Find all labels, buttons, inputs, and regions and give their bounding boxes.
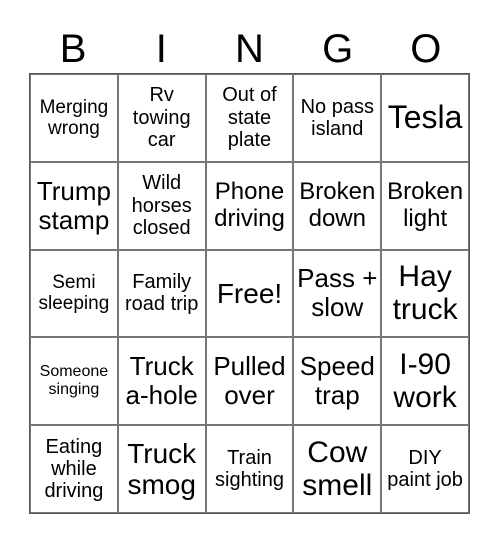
bingo-cell[interactable]: Trump stamp: [30, 161, 118, 250]
bingo-cell[interactable]: Speed trap: [293, 337, 382, 426]
bingo-cell[interactable]: Out of state plate: [205, 74, 294, 162]
bingo-header: B I N G O: [29, 26, 470, 72]
bingo-cell[interactable]: Pulled over: [205, 337, 294, 426]
cell-label: Wild horses closed: [131, 172, 192, 239]
bingo-cell[interactable]: No pass island: [293, 74, 382, 162]
bingo-cell[interactable]: Train sighting: [205, 425, 294, 513]
cell-label: Pass + slow: [297, 263, 378, 323]
cell-label: Cow smell: [302, 435, 373, 503]
cell-label: I-90 work: [393, 347, 457, 415]
cell-label: No pass island: [300, 95, 374, 140]
cell-label: Broken down: [299, 177, 376, 232]
header-letter-o: O: [410, 27, 442, 71]
bingo-cell[interactable]: Merging wrong: [30, 74, 118, 162]
bingo-cell[interactable]: Pass + slow: [293, 249, 382, 338]
bingo-cell[interactable]: Truck a-hole: [117, 337, 206, 426]
cell-label: Family road trip: [125, 271, 199, 316]
bingo-cell[interactable]: Free!: [205, 249, 294, 338]
cell-label: Phone driving: [214, 177, 285, 232]
cell-label: Someone singing: [39, 363, 109, 399]
bingo-cell[interactable]: Eating while driving: [30, 425, 118, 513]
cell-label: Speed trap: [299, 351, 375, 411]
bingo-cell[interactable]: Truck smog: [117, 425, 206, 513]
cell-label: Train sighting: [215, 446, 284, 492]
header-letter-g: G: [322, 27, 354, 71]
bingo-cell[interactable]: Family road trip: [117, 249, 206, 338]
cell-label: DIY paint job: [387, 446, 463, 492]
cell-label: Rv towing car: [132, 84, 191, 152]
bingo-cell[interactable]: DIY paint job: [381, 425, 469, 513]
bingo-cell[interactable]: Cow smell: [293, 425, 382, 513]
bingo-cell[interactable]: Someone singing: [30, 337, 118, 426]
bingo-cell[interactable]: Broken down: [293, 161, 382, 250]
cell-label: Out of state plate: [222, 84, 277, 152]
cell-label: Truck a-hole: [125, 351, 198, 411]
cell-label: Hay truck: [392, 259, 458, 327]
cell-label: Trump stamp: [36, 175, 111, 235]
bingo-cell[interactable]: Hay truck: [381, 249, 469, 338]
bingo-cell[interactable]: I-90 work: [381, 337, 469, 426]
bingo-cell[interactable]: Phone driving: [205, 161, 294, 250]
cell-label: Free!: [216, 277, 283, 309]
bingo-cell[interactable]: Tesla: [381, 74, 469, 162]
header-letter-b: B: [59, 27, 87, 71]
cell-label: Eating while driving: [44, 435, 104, 503]
cell-label: Broken light: [387, 177, 464, 232]
header-letter-n: N: [235, 27, 264, 71]
cell-label: Merging wrong: [39, 96, 109, 139]
bingo-cell[interactable]: Rv towing car: [117, 74, 206, 162]
bingo-cell[interactable]: Wild horses closed: [117, 161, 206, 250]
bingo-grid: Merging wrong Rv towing car Out of state p…: [29, 73, 470, 514]
cell-label: Tesla: [387, 98, 463, 135]
bingo-cell[interactable]: Broken light: [381, 161, 469, 250]
header-letter-i: I: [155, 27, 167, 71]
cell-label: Truck smog: [127, 437, 197, 501]
cell-label: Semi sleeping: [38, 272, 110, 315]
bingo-cell[interactable]: Semi sleeping: [30, 249, 118, 338]
cell-label: Pulled over: [213, 351, 286, 411]
